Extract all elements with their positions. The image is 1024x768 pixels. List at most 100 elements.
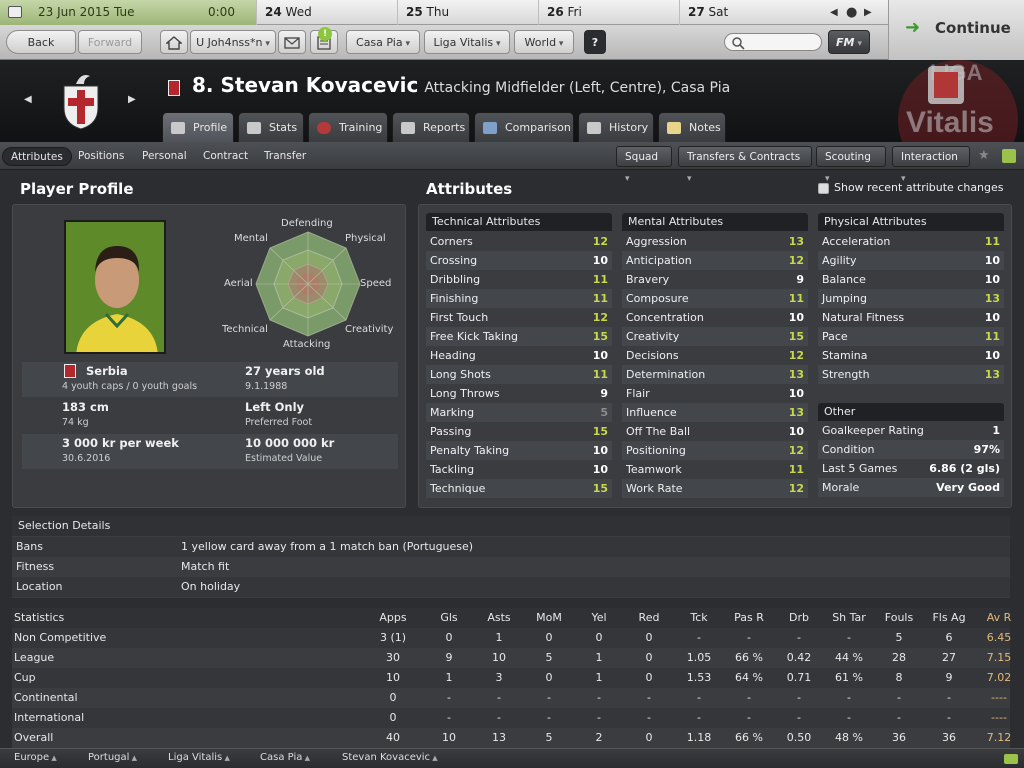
prev-icon[interactable]: ◀ (830, 0, 838, 25)
attribute-row[interactable]: Free Kick Taking 15 (426, 327, 612, 346)
tab-training[interactable]: Training (308, 112, 388, 142)
attribute-row[interactable]: Off The Ball 10 (622, 422, 808, 441)
transfers-contracts-menu-button[interactable]: Transfers & Contracts (678, 146, 812, 167)
search-input[interactable] (724, 33, 822, 51)
calendar-day[interactable]: 24 Wed (256, 0, 397, 25)
breadcrumb-item[interactable]: Portugal (88, 749, 137, 767)
attribute-row[interactable]: Heading 10 (426, 346, 612, 365)
attribute-row[interactable]: Decisions 12 (622, 346, 808, 365)
attribute-row[interactable]: Finishing 11 (426, 289, 612, 308)
breadcrumb-item[interactable]: Casa Pia (260, 749, 310, 767)
table-row[interactable]: Cup 10 1 3 0 1 0 1.53 64 % 0.71 61 % 8 9 7.02 (12, 668, 1011, 688)
calendar-day[interactable]: 26 Fri (538, 0, 679, 25)
subtab-personal[interactable]: Personal (134, 147, 195, 166)
breadcrumb-item[interactable]: Europe (14, 749, 57, 767)
tab-history[interactable]: History (578, 112, 654, 142)
nationality[interactable]: Serbia (86, 364, 128, 378)
attribute-row[interactable]: Corners 12 (426, 232, 612, 251)
attribute-name: Strength (822, 368, 870, 381)
attribute-row[interactable]: Acceleration 11 (818, 232, 1004, 251)
back-button[interactable]: Back (6, 30, 76, 54)
league-dropdown[interactable]: Liga Vitalis (424, 30, 510, 54)
subtab-transfer[interactable]: Transfer (256, 147, 314, 166)
attribute-row[interactable]: Long Shots 11 (426, 365, 612, 384)
attribute-row[interactable]: Concentration 10 (622, 308, 808, 327)
attribute-row[interactable]: Passing 15 (426, 422, 612, 441)
table-cell: 66 % (735, 651, 763, 664)
attribute-row[interactable]: Teamwork 11 (622, 460, 808, 479)
table-row[interactable]: League 30 9 10 5 1 0 1.05 66 % 0.42 44 % 28 27 7.15 (12, 648, 1011, 668)
table-row[interactable]: Non Competitive 3 (1) 0 1 0 0 0 - - - - 5 6 6.45 (12, 628, 1011, 648)
next-icon[interactable]: ▶ (864, 0, 872, 25)
calendar-day[interactable]: 27 Sat (679, 0, 819, 25)
attribute-row[interactable]: Morale Very Good (818, 478, 1004, 497)
tab-reports[interactable]: Reports (392, 112, 470, 142)
attribute-row[interactable]: Aggression 13 (622, 232, 808, 251)
attribute-row[interactable]: Last 5 Games 6.86 (2 gls) (818, 459, 1004, 478)
forward-button[interactable]: Forward (78, 30, 142, 54)
breadcrumb-item[interactable]: Liga Vitalis (168, 749, 230, 767)
attribute-row[interactable]: Marking 5 (426, 403, 612, 422)
favourite-star-icon[interactable]: ★ (978, 148, 990, 163)
attribute-row[interactable]: Balance 10 (818, 270, 1004, 289)
tab-stats[interactable]: Stats (238, 112, 304, 142)
tab-comparison[interactable]: Comparison (474, 112, 574, 142)
subtab-attributes[interactable]: Attributes (2, 147, 72, 166)
calendar-day[interactable]: 25 Thu (397, 0, 538, 25)
training-icon (317, 122, 331, 134)
previous-player-icon[interactable]: ◀ (24, 94, 32, 105)
today-icon[interactable]: ● (846, 0, 857, 25)
table-row[interactable]: Overall 40 10 13 5 2 0 1.18 66 % 0.50 48 % 36 36 7.12 (12, 728, 1011, 748)
calendar-current-day[interactable]: 23 Jun 2015 Tue 0:00 (0, 0, 256, 25)
attribute-value: 12 (788, 482, 804, 495)
attribute-row[interactable]: Stamina 10 (818, 346, 1004, 365)
attribute-row[interactable]: Influence 13 (622, 403, 808, 422)
world-dropdown[interactable]: World (514, 30, 574, 54)
manager-dropdown[interactable]: U Joh4nss*n (190, 30, 276, 54)
attribute-row[interactable]: Positioning 12 (622, 441, 808, 460)
attribute-row[interactable]: Anticipation 12 (622, 251, 808, 270)
next-player-icon[interactable]: ▶ (128, 94, 136, 105)
subtab-positions[interactable]: Positions (70, 147, 132, 166)
attribute-row[interactable]: Penalty Taking 10 (426, 441, 612, 460)
attribute-row[interactable]: Determination 13 (622, 365, 808, 384)
attribute-row[interactable]: Crossing 10 (426, 251, 612, 270)
table-cell: 5 (545, 731, 553, 744)
subtab-contract[interactable]: Contract (195, 147, 256, 166)
attribute-row[interactable]: Condition 97% (818, 440, 1004, 459)
attribute-row[interactable]: Composure 11 (622, 289, 808, 308)
tab-profile[interactable]: Profile (162, 112, 234, 142)
attribute-row[interactable]: Flair 10 (622, 384, 808, 403)
attribute-row[interactable]: Creativity 15 (622, 327, 808, 346)
shortlist-add-icon[interactable] (1002, 149, 1016, 163)
attribute-row[interactable]: Tackling 10 (426, 460, 612, 479)
attribute-row[interactable]: First Touch 12 (426, 308, 612, 327)
attribute-row[interactable]: Agility 10 (818, 251, 1004, 270)
attribute-row[interactable]: Natural Fitness 10 (818, 308, 1004, 327)
table-cell: 8 (895, 671, 903, 684)
fm-menu-button[interactable]: FM (828, 30, 870, 54)
breadcrumb-item[interactable]: Stevan Kovacevic (342, 749, 438, 767)
attribute-value: 12 (788, 444, 804, 457)
club-dropdown[interactable]: Casa Pia (346, 30, 420, 54)
attribute-row[interactable]: Long Throws 9 (426, 384, 612, 403)
home-button[interactable] (160, 30, 188, 54)
attribute-row[interactable]: Dribbling 11 (426, 270, 612, 289)
table-row[interactable]: International 0- - - - - - - - - - - ---- (12, 708, 1010, 728)
continue-button[interactable]: ➜ Continue (888, 0, 1024, 60)
attribute-row[interactable]: Jumping 13 (818, 289, 1004, 308)
attribute-row[interactable]: Strength 13 (818, 365, 1004, 384)
scouting-menu-button[interactable]: Scouting (816, 146, 886, 167)
tab-notes[interactable]: Notes (658, 112, 726, 142)
attribute-changes-checkbox[interactable] (818, 183, 829, 194)
attribute-row[interactable]: Goalkeeper Rating 1 (818, 421, 1004, 440)
table-row[interactable]: Continental 0- - - - - - - - - - - ---- (12, 688, 1010, 708)
interaction-menu-button[interactable]: Interaction (892, 146, 970, 167)
attribute-row[interactable]: Pace 11 (818, 327, 1004, 346)
attribute-row[interactable]: Technique 15 (426, 479, 612, 498)
attribute-row[interactable]: Work Rate 12 (622, 479, 808, 498)
help-button[interactable]: ? (584, 30, 606, 54)
squad-menu-button[interactable]: Squad (616, 146, 672, 167)
attribute-row[interactable]: Bravery 9 (622, 270, 808, 289)
mail-button[interactable] (278, 30, 306, 54)
